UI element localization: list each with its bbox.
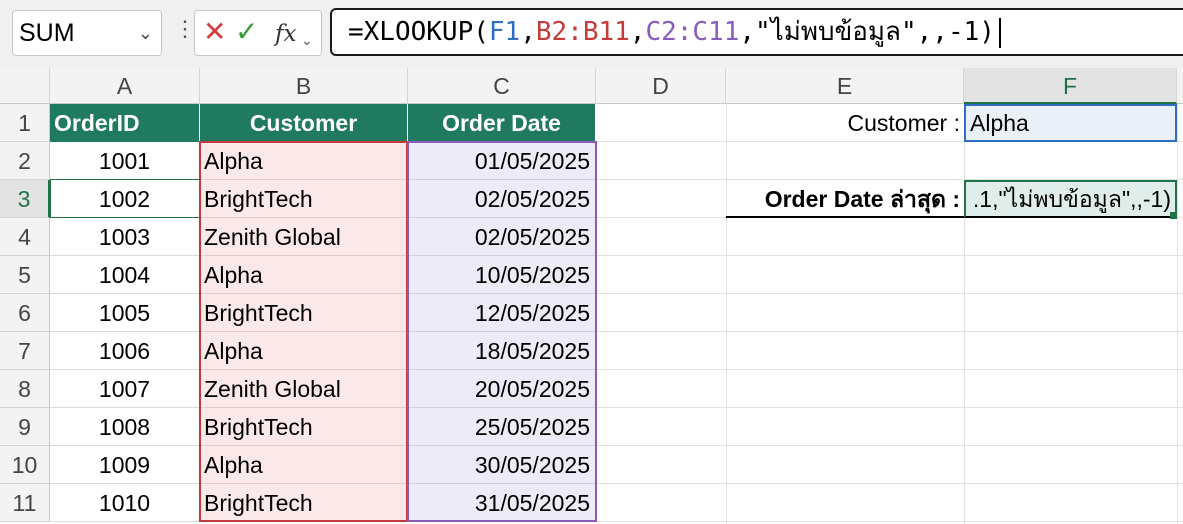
cell-a7[interactable]: 1006 <box>50 332 200 370</box>
grid-line <box>596 293 1183 294</box>
insert-function-icon[interactable]: fx <box>275 19 296 49</box>
chevron-down-icon[interactable]: ⌄ <box>138 23 153 44</box>
row-header-9[interactable]: 9 <box>0 408 50 446</box>
cell-b2[interactable]: Alpha <box>200 142 408 180</box>
column-header-d[interactable]: D <box>596 68 726 104</box>
row-header-3[interactable]: 3 <box>0 180 50 218</box>
column-header-a[interactable]: A <box>50 68 200 104</box>
cell-a10[interactable]: 1009 <box>50 446 200 484</box>
cell-c11[interactable]: 31/05/2025 <box>408 484 596 522</box>
cell-a2[interactable]: 1001 <box>50 142 200 180</box>
row-header-6[interactable]: 6 <box>0 294 50 332</box>
header-cell-orderid[interactable]: OrderID <box>50 104 200 142</box>
cell-c8[interactable]: 20/05/2025 <box>408 370 596 408</box>
cell-c4[interactable]: 02/05/2025 <box>408 218 596 256</box>
row-header-4[interactable]: 4 <box>0 218 50 256</box>
grid-line <box>596 483 1183 484</box>
cell-c2[interactable]: 01/05/2025 <box>408 142 596 180</box>
grid-line <box>1177 104 1178 524</box>
formula-ref-c: C2:C11 <box>645 17 740 47</box>
name-box-value: SUM <box>19 19 75 47</box>
cell-c7[interactable]: 18/05/2025 <box>408 332 596 370</box>
grid-line <box>596 521 1183 522</box>
cell-f1[interactable]: Alpha <box>964 104 1177 142</box>
row-header-10[interactable]: 10 <box>0 446 50 484</box>
more-options-icon[interactable]: ⋮ <box>174 18 196 40</box>
customer-label: Customer : <box>847 110 960 136</box>
grid-line <box>596 407 1183 408</box>
cell-b8[interactable]: Zenith Global <box>200 370 408 408</box>
cell-a6[interactable]: 1005 <box>50 294 200 332</box>
cell-b5[interactable]: Alpha <box>200 256 408 294</box>
grid-line <box>596 255 1183 256</box>
cell-b3[interactable]: BrightTech <box>200 180 408 218</box>
grid-line <box>596 331 1183 332</box>
cell-c6[interactable]: 12/05/2025 <box>408 294 596 332</box>
row-header-5[interactable]: 5 <box>0 256 50 294</box>
column-header-f[interactable]: F <box>964 68 1177 104</box>
cell-a11[interactable]: 1010 <box>50 484 200 522</box>
enter-check-icon[interactable]: ✓ <box>235 17 258 47</box>
cell-b9[interactable]: BrightTech <box>200 408 408 446</box>
column-header-c[interactable]: C <box>408 68 596 104</box>
row-header-8[interactable]: 8 <box>0 370 50 408</box>
row-header-2[interactable]: 2 <box>0 142 50 180</box>
name-box[interactable]: SUM ⌄ <box>12 10 162 56</box>
grid-line <box>596 445 1183 446</box>
cell-a5[interactable]: 1004 <box>50 256 200 294</box>
fill-handle[interactable] <box>1170 212 1177 219</box>
cancel-icon[interactable]: ✕ <box>203 17 226 47</box>
cell-c3[interactable]: 02/05/2025 <box>408 180 596 218</box>
cell-c10[interactable]: 30/05/2025 <box>408 446 596 484</box>
order-date-label: Order Date ล่าสุด : <box>726 180 964 218</box>
select-all-corner[interactable] <box>0 68 50 104</box>
column-header-e[interactable]: E <box>726 68 964 104</box>
cell-c9[interactable]: 25/05/2025 <box>408 408 596 446</box>
header-cell-customer[interactable]: Customer <box>200 104 408 142</box>
formula-sep: , <box>520 17 536 47</box>
column-header-g[interactable] <box>1177 68 1183 104</box>
text-caret <box>998 17 1001 48</box>
formula-buttons: ✕ ✓ fx ⌄ <box>194 10 322 56</box>
cell-b4[interactable]: Zenith Global <box>200 218 408 256</box>
cell-a4[interactable]: 1003 <box>50 218 200 256</box>
formula-rest: ,"ไม่พบข้อมูล",,-1) <box>739 17 995 47</box>
grid-line <box>964 104 965 524</box>
row-header-11[interactable]: 11 <box>0 484 50 522</box>
cell-c5[interactable]: 10/05/2025 <box>408 256 596 294</box>
cell-f3-editing[interactable]: .1,"ไม่พบข้อมูล",,-1) <box>964 180 1177 218</box>
grid-line <box>726 104 727 524</box>
row-header-1[interactable]: 1 <box>0 104 50 142</box>
chevron-down-icon[interactable]: ⌄ <box>301 25 313 55</box>
cell-a9[interactable]: 1008 <box>50 408 200 446</box>
cell-b10[interactable]: Alpha <box>200 446 408 484</box>
formula-ref-f1: F1 <box>488 17 521 47</box>
formula-prefix: =XLOOKUP( <box>348 17 489 47</box>
cell-a8[interactable]: 1007 <box>50 370 200 408</box>
cell-b7[interactable]: Alpha <box>200 332 408 370</box>
cell-a3[interactable]: 1002 <box>50 180 200 218</box>
row-header-7[interactable]: 7 <box>0 332 50 370</box>
column-header-b[interactable]: B <box>200 68 408 104</box>
formula-ref-b: B2:B11 <box>535 17 630 47</box>
formula-sep: , <box>629 17 646 47</box>
cell-b11[interactable]: BrightTech <box>200 484 408 522</box>
cell-b6[interactable]: BrightTech <box>200 294 408 332</box>
header-cell-order-date[interactable]: Order Date <box>408 104 596 142</box>
formula-input[interactable]: =XLOOKUP(F1,B2:B11,C2:C11,"ไม่พบข้อมูล",… <box>330 8 1183 56</box>
grid-line <box>596 369 1183 370</box>
formula-bar: SUM ⌄ ⋮ ✕ ✓ fx ⌄ =XLOOKUP(F1,B2:B11,C2:C… <box>0 0 1183 68</box>
